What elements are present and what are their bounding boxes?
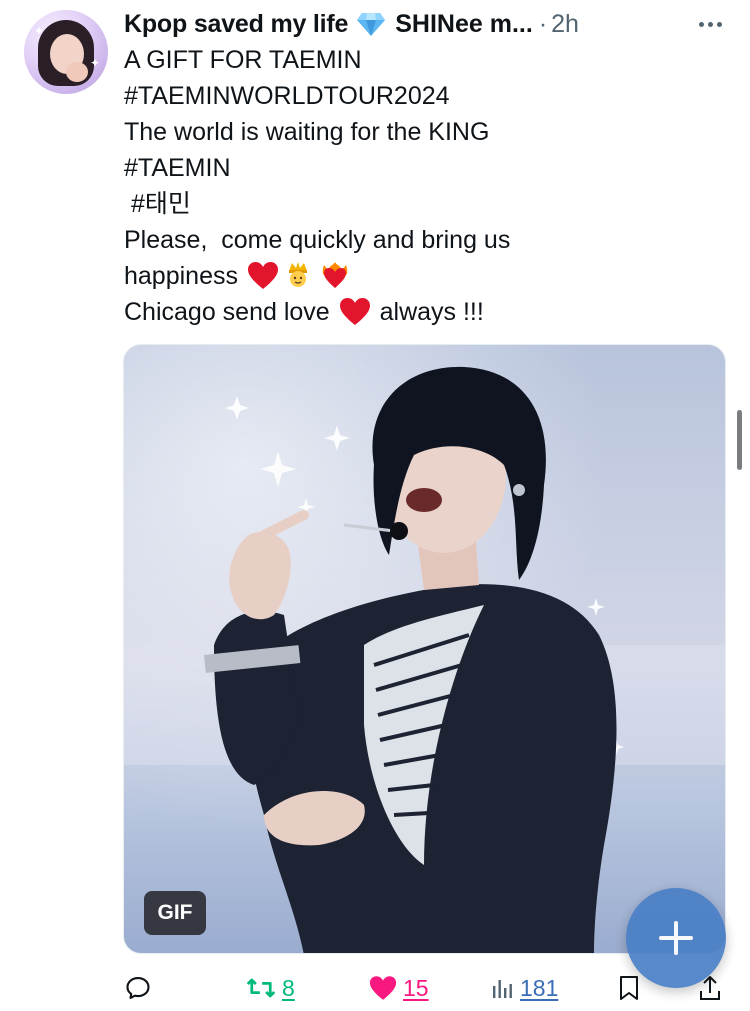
red-heart-icon [247, 262, 278, 289]
share-button[interactable] [698, 966, 722, 1010]
bookmark-button[interactable] [618, 966, 640, 1010]
scrollbar-thumb[interactable] [737, 410, 742, 470]
performer-image [124, 345, 725, 953]
bookmark-icon [620, 976, 638, 1000]
more-options-icon[interactable] [699, 21, 726, 27]
share-icon [700, 976, 720, 1000]
post-media-gif[interactable]: GIF [123, 344, 726, 954]
views-button[interactable]: 181 [492, 966, 558, 1010]
post-line: A GIFT FOR TAEMIN [124, 46, 362, 74]
author-handle[interactable]: SHINee m... [395, 10, 533, 39]
post-text: A GIFT FOR TAEMIN #TAEMINWORLDTOUR2024 T… [124, 42, 734, 330]
heart-on-fire-icon [322, 262, 348, 288]
post-line-happiness: happiness [124, 258, 734, 294]
like-button[interactable]: 15 [369, 966, 429, 1010]
author-name[interactable]: Kpop saved my life [124, 10, 348, 39]
post-text-segment: happiness [124, 262, 238, 290]
avatar[interactable]: ✦ ✦ [24, 10, 108, 94]
repost-count: 8 [282, 974, 295, 1001]
post-line: The world is waiting for the KING [124, 118, 490, 146]
like-count: 15 [403, 974, 429, 1001]
post-timestamp[interactable]: 2h [551, 10, 579, 39]
hashtag-link[interactable]: #태민 [124, 186, 734, 222]
avatar-hand [66, 62, 88, 82]
separator-dot: · [538, 9, 548, 38]
repost-icon [246, 978, 276, 998]
red-heart-icon [339, 298, 370, 325]
plus-icon [659, 921, 693, 955]
reply-icon [126, 977, 150, 999]
heart-icon [369, 976, 397, 1000]
crowned-person-icon [288, 262, 307, 287]
views-count: 181 [520, 974, 559, 1001]
sparkle-icon: ✦ [34, 24, 45, 38]
gif-badge: GIF [144, 891, 206, 935]
hashtag-link[interactable]: #TAEMINWORLDTOUR2024 [124, 78, 734, 114]
post-actions-bar: 8 15 181 [120, 966, 740, 1010]
reply-button[interactable] [124, 966, 152, 1010]
hashtag-link[interactable]: #TAEMIN [124, 150, 734, 186]
views-chart-icon [493, 980, 512, 998]
sparkle-icon: ✦ [90, 56, 101, 70]
post-header: Kpop saved my life SHINee m... · 2h [124, 6, 726, 42]
post-line-chicago: Chicago send love always !!! [124, 294, 734, 330]
post-text-segment: always !!! [379, 298, 484, 326]
repost-button[interactable]: 8 [246, 966, 295, 1010]
gem-icon [357, 13, 386, 36]
post-text-segment: Chicago send love [124, 298, 330, 326]
post-line: Please, come quickly and bring us [124, 226, 511, 254]
